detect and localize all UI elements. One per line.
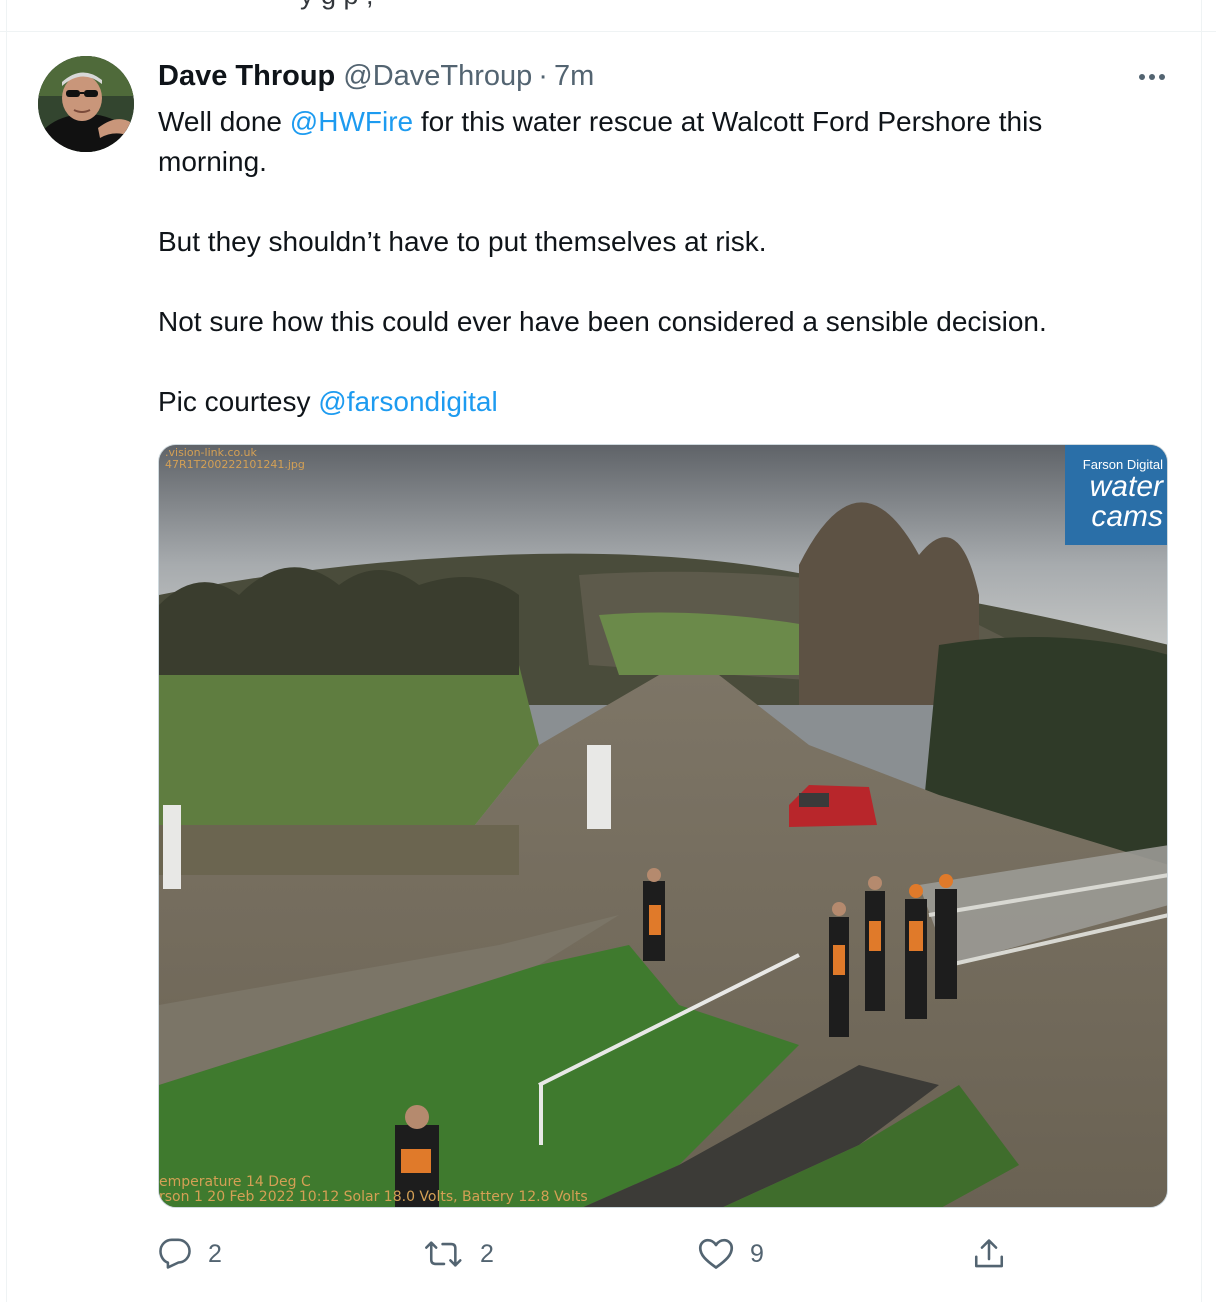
- tweet-text: Pic courtesy: [158, 386, 319, 417]
- tweet-text: Well done: [158, 106, 290, 137]
- like-count: 9: [750, 1239, 764, 1268]
- retweet-button[interactable]: 2: [424, 1232, 494, 1276]
- avatar-photo: [38, 56, 134, 152]
- tweet-timestamp[interactable]: 7m: [554, 60, 594, 93]
- share-icon: [974, 1239, 1004, 1268]
- logo-text: water: [1089, 470, 1163, 503]
- tweet-actions-bar: 2 2 9: [158, 1232, 1038, 1276]
- tweet-paragraph-1: Well done @HWFire for this water rescue …: [158, 102, 1158, 182]
- previous-tweet-edge: y g p ,: [0, 0, 1216, 32]
- previous-tweet-cut-text: y g p ,: [300, 0, 374, 11]
- mention-link-farsondigital[interactable]: @farsondigital: [318, 386, 497, 417]
- reply-count: 2: [208, 1239, 222, 1268]
- retweet-count: 2: [480, 1239, 494, 1268]
- tweet-body: Well done @HWFire for this water rescue …: [158, 102, 1158, 422]
- avatar[interactable]: [38, 56, 134, 152]
- camera-timestamp-voltage: rson 1 20 Feb 2022 10:12 Solar 18.0 Volt…: [159, 1189, 588, 1205]
- farson-watercams-logo: Farson Digital water cams: [1065, 445, 1167, 545]
- more-dots-icon: [1139, 74, 1165, 80]
- tweet-paragraph-3: Not sure how this could ever have been c…: [158, 306, 1047, 337]
- heart-icon: [698, 1238, 734, 1269]
- camera-status-overlay: emperature 14 Deg C rson 1 20 Feb 2022 1…: [159, 1175, 588, 1205]
- camera-temperature: emperature 14 Deg C: [159, 1174, 311, 1190]
- camera-source-overlay: .vision-link.co.uk 47R1T200222101241.jpg: [165, 447, 305, 471]
- tweet-media-photo[interactable]: .vision-link.co.uk 47R1T200222101241.jpg…: [158, 444, 1168, 1208]
- tweet-paragraph-2: But they shouldn’t have to put themselve…: [158, 226, 767, 257]
- mention-link-hwfire[interactable]: @HWFire: [290, 106, 413, 137]
- reply-icon: [159, 1238, 191, 1269]
- like-button[interactable]: 9: [698, 1232, 764, 1276]
- author-handle[interactable]: @DaveThroup: [343, 60, 532, 93]
- share-button[interactable]: [972, 1232, 1006, 1276]
- camera-filename: 47R1T200222101241.jpg: [165, 458, 305, 471]
- tweet[interactable]: Dave Throup @DaveThroup · 7m Well done @…: [0, 32, 1216, 1302]
- tweet-header: Dave Throup @DaveThroup · 7m: [158, 60, 594, 94]
- reply-button[interactable]: 2: [158, 1232, 222, 1276]
- author-name[interactable]: Dave Throup: [158, 60, 335, 93]
- header-separator: ·: [538, 60, 548, 92]
- retweet-icon: [425, 1241, 462, 1267]
- logo-text: cams: [1091, 500, 1163, 533]
- tweet-paragraph-4: Pic courtesy @farsondigital: [158, 382, 1158, 422]
- more-options-button[interactable]: [1132, 62, 1172, 92]
- flood-rescue-photo: [159, 445, 1167, 1207]
